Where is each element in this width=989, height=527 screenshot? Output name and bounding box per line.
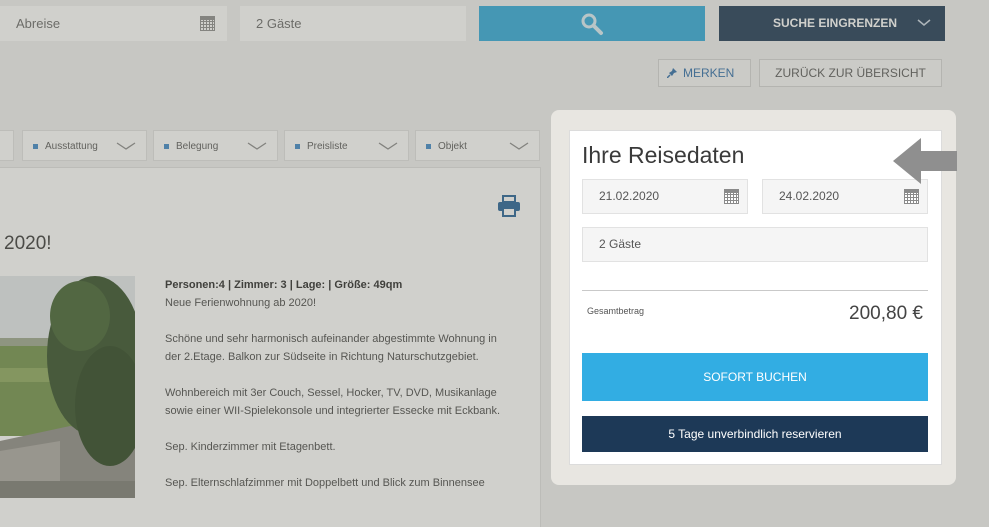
tab-partial[interactable] [0, 130, 14, 161]
guests-value: 2 Gäste [256, 16, 302, 31]
tab-preisliste[interactable]: Preisliste [284, 130, 409, 161]
search-button[interactable] [479, 6, 705, 41]
search-icon [581, 13, 603, 35]
tab-label: Preisliste [307, 141, 348, 152]
calendar-icon[interactable] [200, 16, 215, 31]
back-label: ZURÜCK ZUR ÜBERSICHT [775, 66, 926, 80]
chevron-down-icon [509, 142, 529, 150]
reserve-button[interactable]: 5 Tage unverbindlich reservieren [582, 416, 928, 452]
departure-date-field[interactable]: 24.02.2020 [762, 179, 928, 214]
divider [582, 290, 928, 291]
guest-count-field[interactable]: 2 Gäste [582, 227, 928, 262]
departure-date: 24.02.2020 [779, 189, 840, 203]
page: Abreise 2 Gäste SUCHE EINGRENZEN MERKEN … [0, 0, 989, 527]
listing-subtitle: Neue Ferienwohnung ab 2020! [165, 297, 317, 309]
listing-title: 2020! [4, 233, 52, 254]
calendar-icon[interactable] [724, 189, 739, 204]
departure-date-field[interactable]: Abreise [0, 6, 227, 41]
back-to-overview-button[interactable]: ZURÜCK ZUR ÜBERSICHT [759, 59, 942, 87]
tab-label: Ausstattung [45, 141, 98, 152]
booking-title: Ihre Reisedaten [582, 142, 745, 168]
listing-paragraph: Sep. Kinderzimmer mit Etagenbett. [165, 441, 336, 453]
book-now-button[interactable]: SOFORT BUCHEN [582, 353, 928, 401]
reserve-label: 5 Tage unverbindlich reservieren [668, 427, 842, 441]
listing-meta: Personen:4 | Zimmer: 3 | Lage: | Größe: … [165, 279, 403, 291]
chevron-down-icon [116, 142, 136, 150]
arrival-date-field[interactable]: 21.02.2020 [582, 179, 748, 214]
chevron-down-icon [247, 142, 267, 150]
tab-label: Objekt [438, 141, 467, 152]
bookmark-button[interactable]: MERKEN [658, 59, 751, 87]
print-icon[interactable] [497, 195, 521, 217]
landscape-photo [0, 276, 135, 498]
total-label: Gesamtbetrag [587, 306, 645, 316]
departure-placeholder: Abreise [16, 16, 61, 31]
tab-belegung[interactable]: Belegung [153, 130, 278, 161]
filter-label: SUCHE EINGRENZEN [773, 16, 898, 30]
listing-paragraph: Wohnbereich mit 3er Couch, Sessel, Hocke… [165, 387, 501, 417]
calendar-icon[interactable] [904, 189, 919, 204]
book-now-label: SOFORT BUCHEN [703, 370, 807, 384]
pin-icon [667, 68, 677, 78]
bookmark-label: MERKEN [683, 66, 735, 80]
listing-paragraph: Sep. Elternschlafzimmer mit Doppelbett u… [165, 477, 485, 489]
tab-label: Belegung [176, 141, 219, 152]
arrow-left-icon [893, 138, 957, 184]
guest-count: 2 Gäste [599, 237, 642, 251]
listing-paragraph: Schöne und sehr harmonisch aufeinander a… [165, 333, 497, 363]
tab-objekt[interactable]: Objekt [415, 130, 540, 161]
total-price: 200,80 € [849, 303, 923, 324]
tab-ausstattung[interactable]: Ausstattung [22, 130, 147, 161]
arrival-date: 21.02.2020 [599, 189, 660, 203]
listing-description: Personen:4 | Zimmer: 3 | Lage: | Größe: … [165, 276, 510, 510]
listing-photo[interactable] [0, 276, 135, 498]
filter-button[interactable]: SUCHE EINGRENZEN [719, 6, 945, 41]
chevron-down-icon [378, 142, 398, 150]
chevron-down-icon [917, 19, 931, 26]
guests-field[interactable]: 2 Gäste [240, 6, 466, 41]
